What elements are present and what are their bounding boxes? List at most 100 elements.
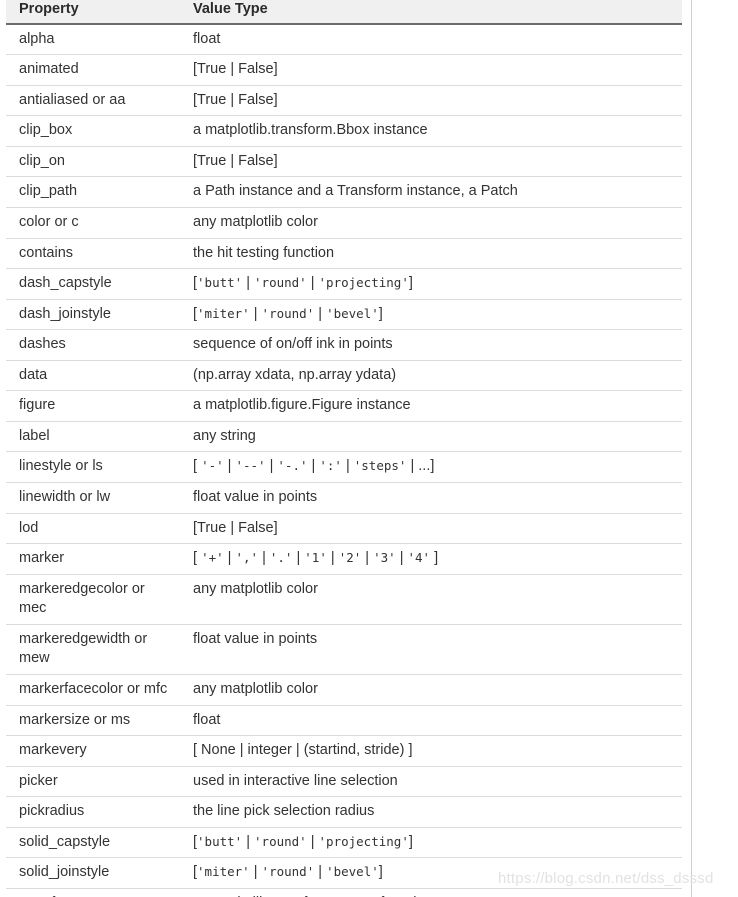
literal-token: '1' — [304, 550, 327, 566]
table-row: label any string — [6, 421, 682, 453]
separator-token: | — [307, 458, 320, 475]
page-root: Property Value Type alpha float animated [T… — [0, 0, 738, 897]
property-cell: clip_on — [6, 146, 180, 178]
value-type-cell: a Path instance and a Transform instance… — [180, 176, 682, 208]
literal-token: 'steps' — [353, 458, 407, 474]
separator-token: | — [242, 275, 255, 292]
separator-token: | — [395, 550, 408, 567]
property-cell: lod — [6, 513, 180, 545]
table-row: picker used in interactive line selection — [6, 766, 682, 798]
separator-token: | — [341, 458, 354, 475]
literal-token: 'round' — [261, 864, 315, 880]
literal-token: '.' — [269, 550, 293, 566]
literal-token: 'round' — [261, 305, 315, 321]
separator-token: ...] — [418, 458, 435, 475]
value-type-cell: any matplotlib color — [180, 207, 682, 239]
table-row: linewidth or lw float value in points — [6, 482, 682, 514]
value-type-cell: float — [180, 23, 682, 56]
literal-token: '--' — [235, 458, 266, 474]
separator-token: | — [242, 833, 255, 850]
property-cell: markeredgecolor or mec — [6, 574, 180, 625]
table-row: markevery[ None | integer | (startind, s… — [6, 735, 682, 767]
table-header: Property Value Type — [6, 0, 682, 25]
table-row: markeredgewidth or mew float value in poi… — [6, 624, 682, 675]
literal-token: 'projecting' — [318, 833, 409, 849]
table-row: dash_joinstyle ['miter' | 'round' | 'beve… — [6, 299, 682, 331]
property-cell: markevery — [6, 735, 180, 767]
table-row: solid_joinstyle ['miter' | 'round' | 'bev… — [6, 857, 682, 889]
value-type-cell: any matplotlib color — [180, 574, 682, 625]
property-cell: alpha — [6, 23, 180, 56]
separator-token: | — [223, 550, 236, 567]
value-type-cell: [True | False] — [180, 146, 682, 178]
separator-token: ] — [378, 864, 383, 881]
literal-token: '-' — [201, 458, 224, 474]
separator-token: | — [258, 550, 270, 567]
property-cell: pickradius — [6, 796, 180, 828]
separator-token: | — [314, 305, 327, 322]
property-cell: marker — [6, 543, 180, 575]
property-cell: transform — [6, 888, 180, 897]
properties-table-container: Property Value Type alpha float animated [T… — [6, 0, 682, 897]
literal-token: '4' — [407, 550, 431, 566]
value-type-cell: (np.array xdata, np.array ydata) — [180, 360, 682, 392]
value-type-cell: ['miter' | 'round' | 'bevel'] — [180, 857, 682, 889]
separator-token: ] — [378, 305, 383, 322]
value-type-cell: float value in points — [180, 482, 682, 514]
property-cell: markeredgewidth or mew — [6, 624, 180, 675]
separator-token: ] — [408, 275, 413, 292]
table-row: clip_path a Path instance and a Transform… — [6, 176, 682, 208]
table-row: contains the hit testing function — [6, 238, 682, 270]
property-cell: clip_box — [6, 115, 180, 147]
literal-token: 'round' — [254, 833, 307, 849]
value-type-cell: float value in points — [180, 624, 682, 675]
table-row: dash_capstyle ['butt' | 'round' | 'projec… — [6, 268, 682, 300]
column-header-property: Property — [6, 0, 180, 25]
property-cell: data — [6, 360, 180, 392]
separator-token: ] — [430, 550, 439, 567]
property-cell: animated — [6, 54, 180, 86]
content-column-divider — [691, 0, 692, 897]
property-cell: markersize or ms — [6, 705, 180, 737]
value-type-cell: a matplotlib.transform.Bbox instance — [180, 115, 682, 147]
property-cell: linewidth or lw — [6, 482, 180, 514]
value-type-cell: any matplotlib color — [180, 674, 682, 706]
property-cell: antialiased or aa — [6, 85, 180, 117]
table-row: figure a matplotlib.figure.Figure instanc… — [6, 390, 682, 422]
value-type-cell: float — [180, 705, 682, 737]
separator-token: | — [292, 550, 305, 567]
literal-token: ':' — [319, 458, 342, 474]
property-cell: label — [6, 421, 180, 453]
table-row: linestyle or ls[ '-' | '--' | '-.' | ':'… — [6, 451, 682, 483]
value-type-cell: sequence of on/off ink in points — [180, 329, 682, 361]
literal-token: 'bevel' — [326, 864, 379, 880]
value-type-cell: [True | False] — [180, 85, 682, 117]
table-row: dashes sequence of on/off ink in points — [6, 329, 682, 361]
value-type-cell: a matplotlib.transforms.Transform instan… — [180, 888, 682, 897]
column-header-value-type: Value Type — [180, 0, 682, 25]
separator-token: ] — [408, 833, 413, 850]
table-row: markerfacecolor or mfc any matplotlib col… — [6, 674, 682, 706]
literal-token: 'bevel' — [326, 305, 379, 321]
table-row: lod [True | False] — [6, 513, 682, 545]
property-cell: solid_capstyle — [6, 827, 180, 859]
table-row: antialiased or aa [True | False] — [6, 85, 682, 117]
separator-token: | — [249, 864, 262, 881]
separator-token: [ — [193, 550, 202, 567]
literal-token: 'miter' — [197, 305, 250, 321]
property-cell: markerfacecolor or mfc — [6, 674, 180, 706]
literal-token: 'projecting' — [318, 275, 409, 291]
separator-token: | — [249, 305, 262, 322]
table-row: pickradius the line pick selection radius — [6, 796, 682, 828]
property-cell: contains — [6, 238, 180, 270]
separator-token: | — [265, 458, 278, 475]
literal-token: 'butt' — [197, 833, 243, 849]
property-cell: dash_joinstyle — [6, 299, 180, 331]
separator-token: | — [326, 550, 339, 567]
separator-token: | — [314, 864, 327, 881]
literal-token: 'butt' — [197, 275, 243, 291]
separator-token: | — [223, 458, 236, 475]
table-row: clip_on [True | False] — [6, 146, 682, 178]
literal-token: '+' — [201, 550, 224, 566]
table-row: markeredgecolor or mec any matplotlib col… — [6, 574, 682, 625]
